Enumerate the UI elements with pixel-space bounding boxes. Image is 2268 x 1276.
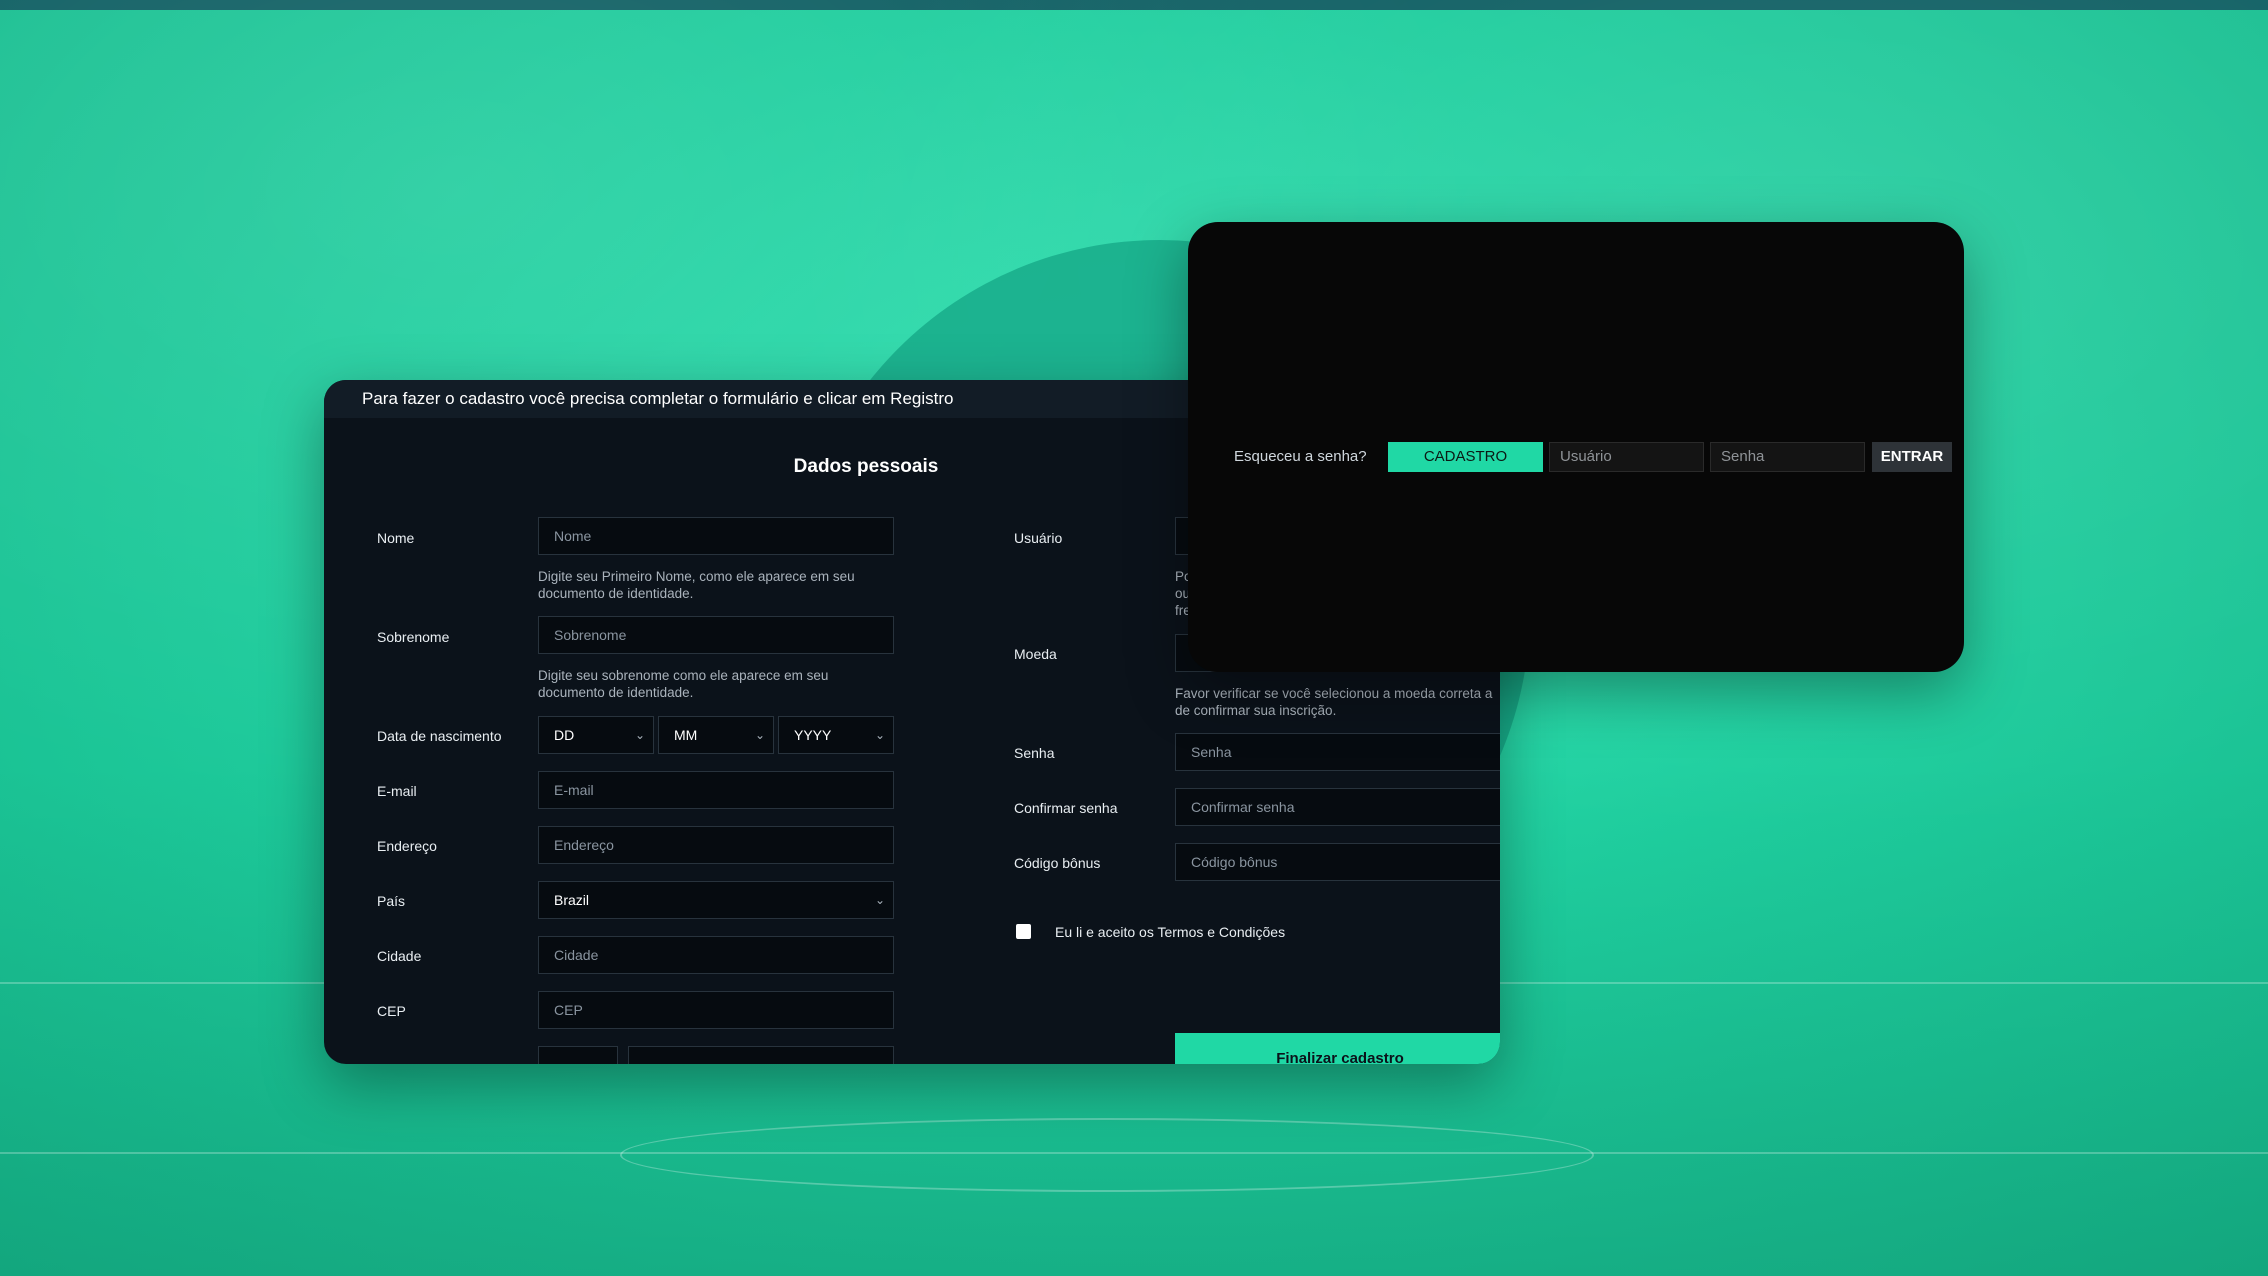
confirmar-input[interactable]: Confirmar senha	[1175, 788, 1500, 826]
login-card: Esqueceu a senha? CADASTRO Usuário Senha…	[1188, 222, 1964, 672]
month-select[interactable]: MM ⌄	[658, 716, 774, 754]
month-value: MM	[674, 727, 698, 743]
confirmar-label: Confirmar senha	[1014, 800, 1118, 816]
section-title: Dados pessoais	[793, 456, 939, 477]
username-input[interactable]: Usuário	[1549, 442, 1704, 472]
nome-label: Nome	[377, 530, 415, 546]
email-label: E-mail	[377, 783, 417, 799]
day-value: DD	[554, 727, 575, 743]
terms-checkbox[interactable]	[1016, 924, 1031, 939]
chevron-down-icon: ⌄	[874, 893, 885, 907]
bonus-label: Código bônus	[1014, 855, 1101, 871]
sobrenome-hint: Digite seu sobrenome como ele aparece em…	[538, 668, 829, 700]
register-button[interactable]: CADASTRO	[1388, 442, 1543, 472]
enter-button[interactable]: ENTRAR	[1872, 442, 1952, 472]
email-input[interactable]: E-mail	[538, 771, 894, 809]
nascimento-label: Data de nascimento	[377, 728, 502, 744]
year-select[interactable]: YYYY ⌄	[778, 716, 894, 754]
day-select[interactable]: DD ⌄	[538, 716, 654, 754]
endereco-input[interactable]: Endereço	[538, 826, 894, 864]
pais-value: Brazil	[554, 892, 590, 908]
senha-label: Senha	[1014, 745, 1055, 761]
nome-hint: Digite seu Primeiro Nome, como ele apare…	[538, 569, 855, 601]
sobrenome-label: Sobrenome	[377, 629, 450, 645]
cidade-label: Cidade	[377, 948, 422, 964]
moeda-label: Moeda	[1014, 646, 1057, 662]
finish-button[interactable]: Finalizar cadastro	[1175, 1033, 1500, 1064]
phone-input[interactable]	[628, 1046, 894, 1064]
cep-label: CEP	[377, 1003, 406, 1019]
cidade-input[interactable]: Cidade	[538, 936, 894, 974]
cep-input[interactable]: CEP	[538, 991, 894, 1029]
phone-code-input[interactable]	[538, 1046, 618, 1064]
chevron-down-icon: ⌄	[634, 728, 645, 742]
sobrenome-input[interactable]: Sobrenome	[538, 616, 894, 654]
endereco-label: Endereço	[377, 838, 437, 854]
pais-select[interactable]: Brazil ⌄	[538, 881, 894, 919]
nome-input[interactable]: Nome	[538, 517, 894, 555]
password-input[interactable]: Senha	[1710, 442, 1865, 472]
senha-input[interactable]: Senha	[1175, 733, 1500, 771]
terms-label: Eu li e aceito os Termos e Condições	[1055, 924, 1286, 940]
year-value: YYYY	[794, 727, 832, 743]
forgot-password-link[interactable]: Esqueceu a senha?	[1234, 448, 1367, 465]
center-circle	[620, 1118, 1594, 1192]
moeda-hint: Favor verificar se você selecionou a moe…	[1175, 686, 1493, 718]
chevron-down-icon: ⌄	[754, 728, 765, 742]
pais-label: País	[377, 893, 406, 909]
bonus-input[interactable]: Código bônus	[1175, 843, 1500, 881]
usuario-label: Usuário	[1014, 530, 1063, 546]
chevron-down-icon: ⌄	[874, 728, 885, 742]
